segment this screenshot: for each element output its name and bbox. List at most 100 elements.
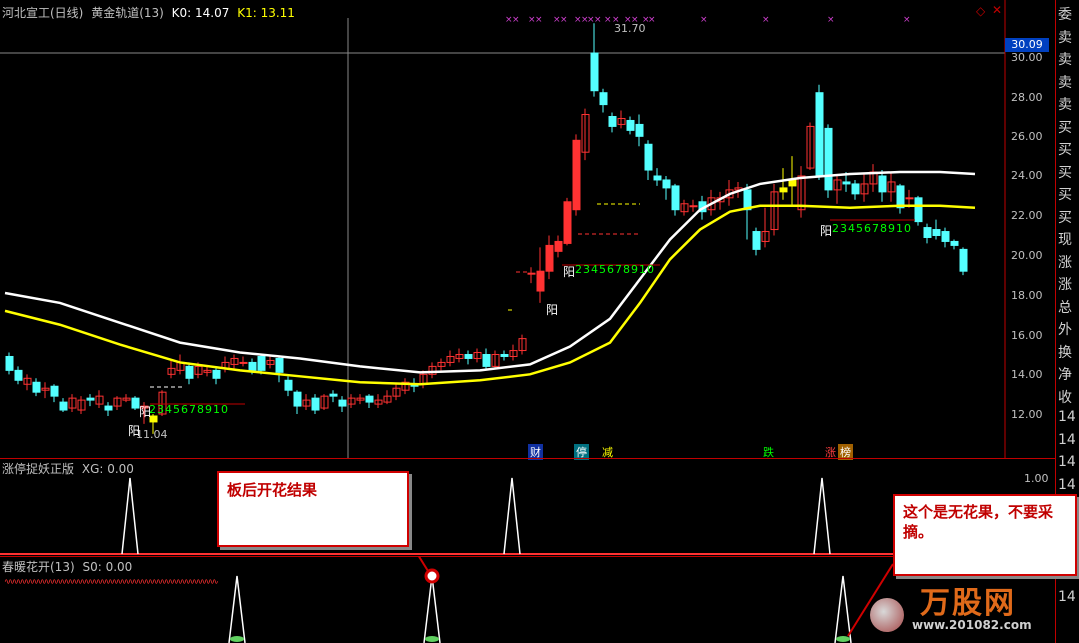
- side-panel-label: 收: [1058, 389, 1072, 406]
- candle-body: [815, 92, 824, 177]
- flower-marker: [425, 636, 439, 642]
- candle-body: [545, 244, 554, 272]
- candle-body: [464, 354, 473, 359]
- side-panel-label: 现: [1058, 232, 1072, 248]
- candle-body: [311, 397, 320, 411]
- candle-body: [896, 185, 905, 209]
- x-marker: ×: [604, 15, 612, 25]
- candle-body: [482, 354, 491, 367]
- count-sequence: 2345678910: [575, 263, 655, 276]
- k0-value: K0: 14.07: [171, 6, 230, 20]
- candle-body: [914, 197, 923, 223]
- candle-body: [671, 185, 680, 211]
- k1-value: K1: 13.11: [237, 6, 295, 20]
- price-label: 24.00: [1011, 169, 1043, 182]
- candle-body: [329, 393, 338, 397]
- candle-body: [689, 205, 698, 208]
- price-label: 28.00: [1011, 91, 1043, 104]
- candle-body: [878, 175, 887, 193]
- candle-body: [5, 355, 14, 371]
- price-axis: 30.09 30.00 28.00 26.00 24.00 22.00 20.0…: [1005, 0, 1055, 458]
- candle-body: [59, 401, 68, 411]
- watermark: 万股网 www.201082.com: [868, 578, 1058, 640]
- candle-body: [905, 197, 914, 200]
- side-panel-label: 卖: [1058, 97, 1072, 113]
- candle-body: [644, 143, 653, 171]
- signal-spike: [813, 477, 831, 555]
- callout-right-text: 这个是无花果，不要采摘。: [903, 503, 1054, 541]
- x-marker: ×: [512, 15, 520, 25]
- side-panel-label: 买: [1058, 209, 1072, 226]
- candle-body: [527, 272, 536, 275]
- candle-body: [635, 123, 644, 137]
- pattern-mark: ∿: [212, 577, 219, 586]
- candle-body: [824, 127, 833, 191]
- candle-body: [599, 92, 608, 106]
- diamond-icon[interactable]: ◇: [976, 4, 985, 18]
- candle-body: [536, 270, 545, 292]
- candle-body: [572, 139, 581, 211]
- candle-body: [257, 355, 266, 371]
- flower-marker: [230, 636, 244, 642]
- candle-body: [608, 116, 617, 127]
- yang-label: 阳: [128, 424, 141, 438]
- watermark-logo-icon: [870, 598, 904, 632]
- current-price-box: 30.09: [1005, 38, 1049, 52]
- candle-body: [284, 379, 293, 391]
- side-panel-label: 买: [1058, 119, 1072, 136]
- side-panel-label: 14: [1058, 431, 1076, 448]
- signal-spike: [834, 575, 852, 643]
- price-label: 14.00: [1011, 368, 1043, 381]
- side-panel-label: 买: [1058, 187, 1072, 203]
- price-label: 20.00: [1011, 249, 1043, 262]
- callout-arrow-left: [417, 556, 429, 572]
- chart-header: 河北宣工(日线) 黄金轨道(13) K0: 14.07 K1: 13.11: [2, 4, 295, 21]
- price-label: 22.00: [1011, 209, 1043, 222]
- candle-body: [590, 52, 599, 92]
- side-panel-label: 总: [1058, 299, 1072, 316]
- side-panel-label: 14: [1058, 589, 1076, 605]
- candle-body: [923, 227, 932, 238]
- white-orbit-line: [4, 170, 976, 374]
- candle-body: [959, 248, 968, 272]
- side-panel-label: 买: [1058, 164, 1072, 181]
- side-panel-label: 卖: [1058, 29, 1072, 46]
- x-marker: ×: [700, 15, 708, 25]
- side-panel-label: 涨: [1058, 254, 1072, 271]
- indicator-name[interactable]: 黄金轨道(13): [91, 6, 164, 20]
- watermark-brand: 万股网: [920, 586, 1016, 621]
- x-marker: ×: [903, 15, 911, 25]
- close-icon[interactable]: ✕: [992, 3, 1002, 17]
- candle-body: [131, 397, 140, 409]
- candle-body: [50, 385, 59, 397]
- candle-body: [626, 119, 635, 131]
- candle-body: [275, 357, 284, 373]
- price-label: 26.00: [1011, 130, 1043, 143]
- candle-body: [248, 361, 257, 371]
- side-panel-label: 外: [1058, 322, 1072, 338]
- x-marker: ×: [594, 15, 602, 25]
- candle-body: [662, 179, 671, 189]
- high-price-label: 31.70: [614, 22, 646, 35]
- callout-right: 这个是无花果，不要采摘。: [893, 494, 1077, 576]
- side-panel-label: 14: [1058, 454, 1076, 470]
- candle-body: [149, 415, 158, 423]
- stock-title[interactable]: 河北宣工(日线): [2, 6, 83, 20]
- callout-pointer: [424, 568, 440, 584]
- candle-body: [842, 181, 851, 185]
- callout-left-text: 板后开花结果: [227, 481, 318, 499]
- watermark-url: www.201082.com: [912, 618, 1032, 632]
- candle-body: [293, 391, 302, 407]
- count-sequence: 2345678910: [149, 403, 229, 416]
- signal-spike: [121, 477, 139, 555]
- signal-spike: [228, 575, 246, 643]
- candle-body: [365, 395, 374, 403]
- side-panel-label: 换: [1058, 344, 1072, 361]
- x-marker: ×: [535, 15, 543, 25]
- signal-spike: [423, 575, 441, 643]
- x-marker: ×: [648, 15, 656, 25]
- side-panel-label: 卖: [1058, 74, 1072, 91]
- side-panel-label: 14: [1058, 476, 1076, 493]
- price-label: 12.00: [1011, 408, 1043, 421]
- candle-body: [185, 365, 194, 379]
